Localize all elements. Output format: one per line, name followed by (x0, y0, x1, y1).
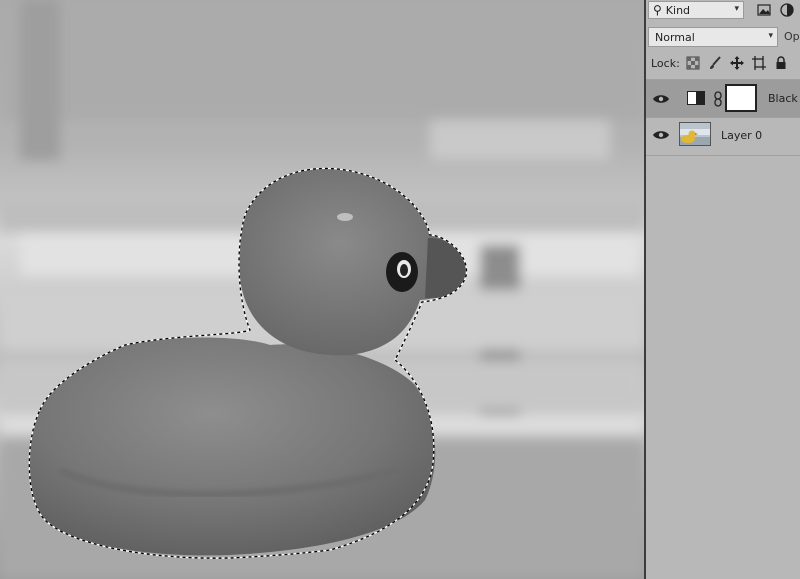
adjustment-filter-icon[interactable] (780, 3, 794, 17)
chevron-down-icon: ▾ (768, 31, 773, 41)
mask-link-chain-icon[interactable] (713, 91, 723, 107)
lock-label: Lock: (651, 57, 680, 70)
blend-mode-dropdown[interactable]: Normal ▾ (648, 27, 778, 47)
lock-all-icon[interactable] (774, 56, 788, 70)
layer-separator (646, 155, 800, 156)
layer-filter-dropdown[interactable]: ⚲ Kind ▾ (648, 1, 744, 19)
document-canvas[interactable] (0, 0, 644, 579)
canvas-image (0, 0, 644, 579)
search-icon: ⚲ (653, 3, 662, 17)
visibility-eye-icon[interactable] (652, 93, 670, 105)
layers-panel: ⚲ Kind ▾ Normal ▾ Op Lock: Black Layer 0 (646, 0, 800, 579)
layer-mask-thumbnail[interactable] (725, 84, 757, 112)
filter-kind-label: Kind (665, 3, 691, 17)
layer-row-layer-0[interactable]: Layer 0 (646, 118, 800, 155)
blend-mode-value: Normal (655, 30, 695, 44)
lock-artboard-icon[interactable] (752, 56, 766, 70)
black-white-adjustment-icon (682, 84, 710, 112)
lock-image-pixels-icon[interactable] (708, 56, 722, 70)
visibility-eye-icon[interactable] (652, 129, 670, 141)
layer-thumbnail (679, 122, 711, 146)
lock-transparent-pixels-icon[interactable] (686, 56, 700, 70)
layer-name: Layer 0 (721, 129, 763, 142)
lock-position-icon[interactable] (730, 56, 744, 70)
layer-row-black-white[interactable]: Black & (646, 80, 800, 117)
chevron-down-icon: ▾ (734, 4, 739, 14)
opacity-label: Op (784, 30, 800, 43)
image-filter-icon[interactable] (757, 3, 771, 17)
layer-name: Black & (768, 92, 800, 105)
